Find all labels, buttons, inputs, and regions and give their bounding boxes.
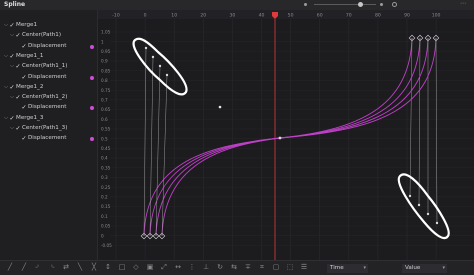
bottom-toolbar: Time ▾ Value ▾ ╱ ╱ ⌏ ⌎ ⇄ ╲ ╳ ↕ □ ◇ ▣ ⤢ ↔ ⋮ ⊥ ↻ ⇆ ∓ ⌗ ▢ ⬚ ☰ [0,260,474,275]
step-in-icon[interactable]: ⌏ [34,263,42,271]
annotation-circle-bottom-right [397,173,450,240]
chevron-down-icon: ▾ [442,265,445,271]
follow-icon[interactable]: ↔ [174,263,182,271]
ease-in-icon[interactable]: ╲ [76,263,84,271]
ease-out-icon[interactable]: ╳ [90,263,98,271]
step-out-icon[interactable]: ⌎ [48,263,56,271]
annotation-circle-top-left [132,37,188,96]
view-icon[interactable]: ☰ [300,263,308,271]
grid-icon[interactable]: ⌗ [258,263,266,271]
fit-icon[interactable]: ⬚ [286,263,294,271]
snap-icon[interactable]: ⊥ [202,263,210,271]
annotation-layer [132,37,450,240]
smooth-icon[interactable]: ╱ [6,263,14,271]
loop-icon[interactable]: ↻ [216,263,224,271]
lock-icon[interactable]: ▢ [272,263,280,271]
linear-icon[interactable]: ╱ [20,263,28,271]
show-keys-icon[interactable]: ◇ [132,263,140,271]
key-markers-icon[interactable]: ⋮ [188,263,196,271]
zoom-fit-icon[interactable]: ⤢ [160,263,168,271]
shape-box-icon[interactable]: □ [118,263,126,271]
time-dropdown[interactable]: Time ▾ [327,264,368,273]
ping-pong-icon[interactable]: ⇆ [230,263,238,271]
chevron-down-icon: ▾ [363,265,366,271]
value-dropdown-label: Value [405,265,421,271]
relative-icon[interactable]: ∓ [244,263,252,271]
value-dropdown[interactable]: Value ▾ [402,264,447,273]
time-stretch-icon[interactable]: ↕ [104,263,112,271]
time-dropdown-label: Time [330,265,344,271]
select-all-icon[interactable]: ▣ [146,263,154,271]
reverse-icon[interactable]: ⇄ [62,263,70,271]
